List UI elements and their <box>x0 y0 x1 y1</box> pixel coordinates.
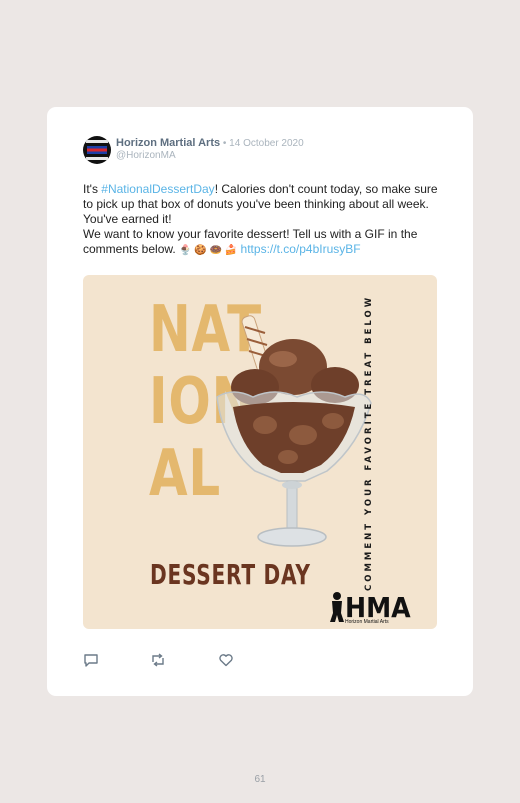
text-part1: It's <box>83 182 102 196</box>
avatar-ring-top <box>86 140 108 143</box>
action-bar <box>83 652 283 668</box>
avatar-ring-bottom <box>86 157 108 160</box>
tweet-text: It's #NationalDessertDay! Calories don't… <box>83 182 441 258</box>
karate-figure-logo-icon <box>330 592 344 622</box>
author-line: Horizon Martial Arts • 14 October 2020 <box>116 136 304 151</box>
emoji-set: 🍨 🍪 🍩 🍰 <box>179 245 238 256</box>
avatar-flag <box>87 146 107 154</box>
tweet-card: Horizon Martial Arts • 14 October 2020 @… <box>47 107 473 696</box>
separator: • <box>220 138 230 149</box>
vertical-cta-text: COMMENT YOUR FAVORITE TREAT BELOW <box>364 294 374 591</box>
media-image[interactable]: NAT ION AL DESSERT DAY COMMENT YOUR FAVO… <box>83 275 437 629</box>
hma-logo-subtext: Horizon Martial Arts <box>345 619 389 625</box>
tweet-url-link[interactable]: https://t.co/p4bIrusyBF <box>241 242 361 256</box>
post-date[interactable]: 14 October 2020 <box>229 138 304 149</box>
hashtag-link[interactable]: #NationalDessertDay <box>101 182 214 196</box>
dessert-day-subtitle: DESSERT DAY <box>150 558 311 591</box>
author-handle[interactable]: @HorizonMA <box>116 150 176 161</box>
like-icon[interactable] <box>218 652 234 668</box>
retweet-icon[interactable] <box>150 652 166 668</box>
page-number: 61 <box>254 774 266 785</box>
author-name[interactable]: Horizon Martial Arts <box>116 137 220 149</box>
avatar[interactable] <box>83 136 111 164</box>
comment-icon[interactable] <box>83 652 99 668</box>
